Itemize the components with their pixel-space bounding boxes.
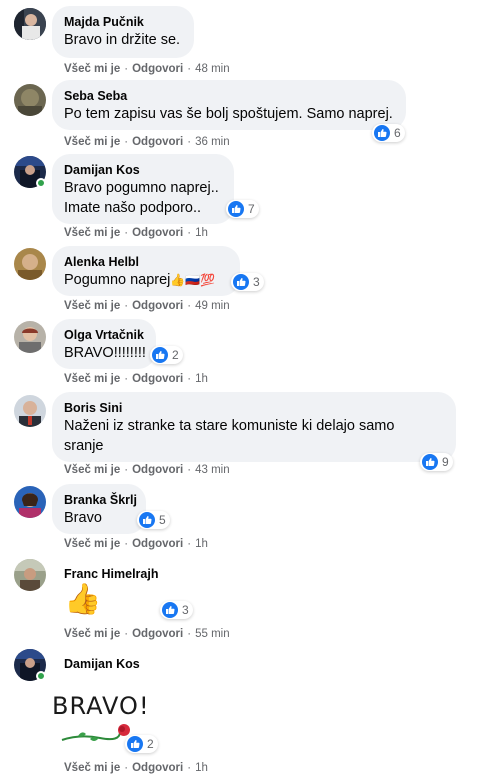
reply-link[interactable]: Odgovori <box>132 538 183 550</box>
comment-text: Bravo <box>64 510 102 526</box>
comment-text: Bravo pogumno naprej.. <box>64 180 219 196</box>
comment-author[interactable]: Branka Škrlj <box>64 492 137 508</box>
comment-actions: Všeč mi je · Odgovori · 36 min <box>64 136 230 148</box>
comment-bubble: Alenka Helbl Pogumno naprej👍🇷🇺💯 <box>52 246 240 296</box>
like-link[interactable]: Všeč mi je <box>64 373 120 385</box>
comment-time[interactable]: 1h <box>195 227 208 239</box>
comment-author[interactable]: Damijan Kos <box>64 162 222 178</box>
comment-actions: Všeč mi je · Odgovori · 43 min <box>64 464 230 476</box>
comment-author[interactable]: Alenka Helbl <box>64 254 228 270</box>
comment-text: BRAVO!!!!!!!! <box>64 345 146 361</box>
like-link[interactable]: Všeč mi je <box>64 300 120 312</box>
reaction-count[interactable]: 2 <box>125 735 158 753</box>
like-link[interactable]: Všeč mi je <box>64 464 120 476</box>
like-link[interactable]: Všeč mi je <box>64 136 120 148</box>
like-icon <box>127 736 143 752</box>
comment-actions: Všeč mi je · Odgovori · 1h <box>64 538 208 550</box>
comment-time[interactable]: 49 min <box>195 300 230 312</box>
online-status-icon <box>36 178 46 188</box>
comment-time[interactable]: 48 min <box>195 63 230 75</box>
avatar[interactable] <box>14 395 46 427</box>
like-link[interactable]: Všeč mi je <box>64 538 120 550</box>
reply-link[interactable]: Odgovori <box>132 464 183 476</box>
comment-time[interactable]: 1h <box>195 762 208 774</box>
like-icon <box>152 347 168 363</box>
avatar[interactable] <box>14 8 46 40</box>
reaction-count[interactable]: 3 <box>231 273 264 291</box>
comment-author[interactable]: Boris Sini <box>64 400 444 416</box>
reaction-count[interactable]: 5 <box>137 511 170 529</box>
comment-actions: Všeč mi je · Odgovori · 1h <box>64 227 208 239</box>
comment-actions: Všeč mi je · Odgovori · 1h <box>64 762 208 774</box>
like-icon <box>139 512 155 528</box>
comment-text: Imate našo podporo.. <box>64 200 202 216</box>
reply-link[interactable]: Odgovori <box>132 227 183 239</box>
comment-bubble: Branka Škrlj Bravo <box>52 484 146 534</box>
avatar[interactable] <box>14 248 46 280</box>
avatar[interactable] <box>14 486 46 518</box>
comment-text: Pogumno naprej👍🇷🇺💯 <box>64 272 216 288</box>
comment-author[interactable]: Seba Seba <box>64 88 394 104</box>
reply-link[interactable]: Odgovori <box>132 300 183 312</box>
reaction-count[interactable]: 7 <box>226 200 259 218</box>
comment-text: Po tem zapisu vas še bolj spoštujem. Sam… <box>64 106 393 122</box>
comment-actions: Všeč mi je · Odgovori · 1h <box>64 373 208 385</box>
comment-author[interactable]: Franc Himelrajh <box>64 566 158 582</box>
emoji: 👍🇷🇺💯 <box>170 273 216 287</box>
comment-text: Bravo in držite se. <box>64 32 181 48</box>
reaction-count[interactable]: 3 <box>160 601 193 619</box>
online-status-icon <box>36 671 46 681</box>
reply-link[interactable]: Odgovori <box>132 762 183 774</box>
like-link[interactable]: Všeč mi je <box>64 762 120 774</box>
avatar[interactable] <box>14 84 46 116</box>
reply-link[interactable]: Odgovori <box>132 628 183 640</box>
comment-time[interactable]: 1h <box>195 538 208 550</box>
reaction-count[interactable]: 2 <box>150 346 183 364</box>
like-icon <box>374 125 390 141</box>
avatar[interactable] <box>14 559 46 591</box>
comment-bubble: Majda Pučnik Bravo in držite se. <box>52 6 194 58</box>
thumbs-up-sticker: 👍 <box>64 583 102 616</box>
like-link[interactable]: Všeč mi je <box>64 628 120 640</box>
reply-link[interactable]: Odgovori <box>132 63 183 75</box>
reaction-count[interactable]: 6 <box>372 124 405 142</box>
comment-bubble: Damijan Kos Bravo pogumno naprej.. Imate… <box>52 154 234 224</box>
reaction-count[interactable]: 9 <box>420 453 453 471</box>
comment-time[interactable]: 1h <box>195 373 208 385</box>
comment-actions: Všeč mi je · Odgovori · 49 min <box>64 300 230 312</box>
comment-text: Naženi iz stranke ta stare komuniste ki … <box>64 418 395 434</box>
like-icon <box>422 454 438 470</box>
comment-actions: Všeč mi je · Odgovori · 48 min <box>64 63 230 75</box>
sticker-text: BRAVO! <box>52 692 150 720</box>
comment-author[interactable]: Damijan Kos <box>64 656 140 672</box>
comment-time[interactable]: 36 min <box>195 136 230 148</box>
reply-link[interactable]: Odgovori <box>132 373 183 385</box>
comment-bubble: Olga Vrtačnik BRAVO!!!!!!!! <box>52 319 156 369</box>
comment-author[interactable]: Olga Vrtačnik <box>64 327 144 343</box>
comment-actions: Všeč mi je · Odgovori · 55 min <box>64 628 230 640</box>
comment-text: sranje <box>64 438 104 454</box>
comment-bubble: Boris Sini Naženi iz stranke ta stare ko… <box>52 392 456 462</box>
comment-time[interactable]: 55 min <box>195 628 230 640</box>
like-icon <box>228 201 244 217</box>
comment-bubble: Seba Seba Po tem zapisu vas še bolj spoš… <box>52 80 406 130</box>
comment-time[interactable]: 43 min <box>195 464 230 476</box>
reply-link[interactable]: Odgovori <box>132 136 183 148</box>
like-icon <box>233 274 249 290</box>
comment-author[interactable]: Majda Pučnik <box>64 14 182 30</box>
like-link[interactable]: Všeč mi je <box>64 63 120 75</box>
like-icon <box>162 602 178 618</box>
avatar[interactable] <box>14 321 46 353</box>
like-link[interactable]: Všeč mi je <box>64 227 120 239</box>
